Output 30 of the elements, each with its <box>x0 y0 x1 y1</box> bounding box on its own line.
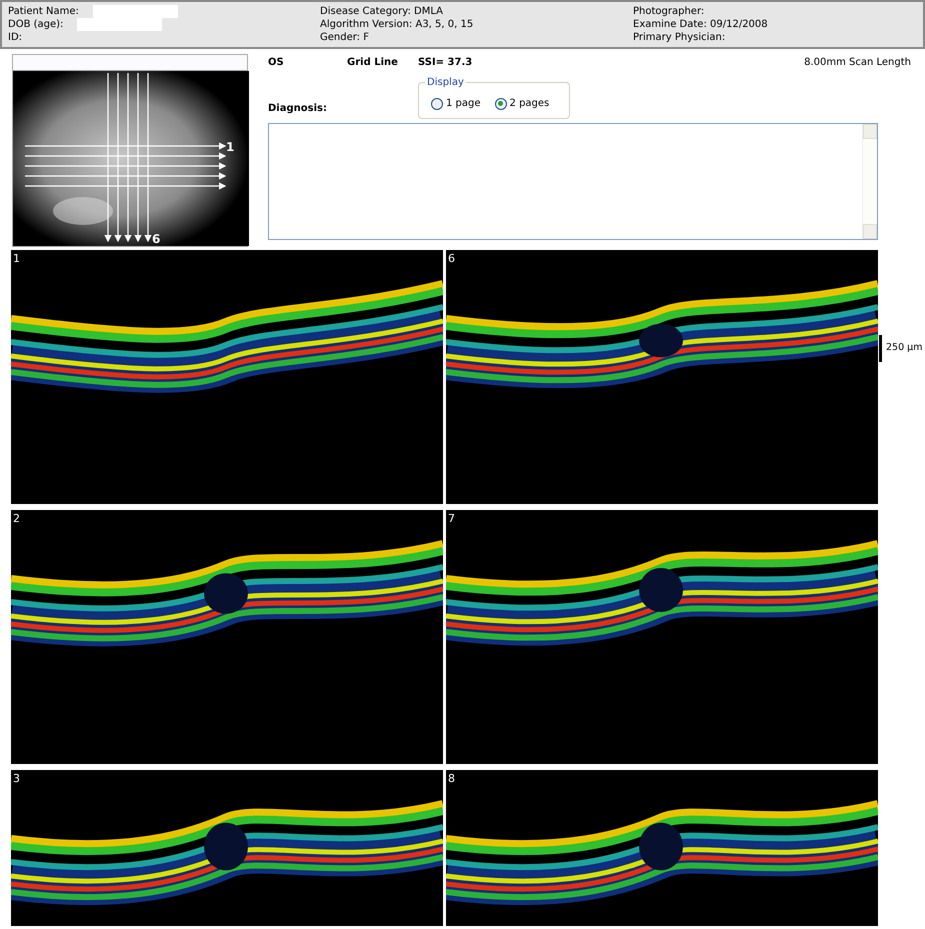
field-label: Patient Name: <box>8 5 79 18</box>
radio-button[interactable] <box>431 98 443 110</box>
scan-line-label: 1 <box>226 140 234 154</box>
scan-line-label: 6 <box>152 232 160 246</box>
diagnosis-label: Diagnosis: <box>268 102 327 116</box>
scan-number: 8 <box>448 771 455 787</box>
scale-bar-label: 250 µm <box>886 341 922 356</box>
field-label: Examine Date: 09/12/2008 <box>633 18 768 31</box>
field-label: Photographer: <box>633 5 704 18</box>
radio-option[interactable]: 1 page <box>431 96 481 111</box>
scan-number: 6 <box>448 251 455 267</box>
scan-length-label: 8.00mm Scan Length <box>804 56 911 70</box>
field-label: Primary Physician: <box>633 31 726 44</box>
scan-number: 1 <box>13 251 20 267</box>
ssi-value: SSI= 37.3 <box>418 56 472 70</box>
field-label: ID: <box>8 31 22 44</box>
scan-number: 7 <box>448 511 455 527</box>
radio-button[interactable] <box>494 98 507 110</box>
field-label: DOB (age): <box>8 18 64 31</box>
groupbox-legend: Display <box>425 75 466 90</box>
radio-label: 1 page <box>446 97 481 111</box>
radio-label: 2 pages <box>510 97 550 111</box>
eye-label: OS <box>268 56 285 70</box>
field-label: Algorithm Version: A3, 5, 0, 15 <box>320 18 474 31</box>
scan-number: 3 <box>13 771 20 787</box>
scan-number: 2 <box>13 511 20 527</box>
field-label: Disease Category: DMLA <box>320 5 443 18</box>
field-label: Gender: F <box>320 31 369 44</box>
radio-option[interactable]: 2 pages <box>494 96 550 111</box>
scan-pattern-label: Grid Line <box>347 56 399 70</box>
